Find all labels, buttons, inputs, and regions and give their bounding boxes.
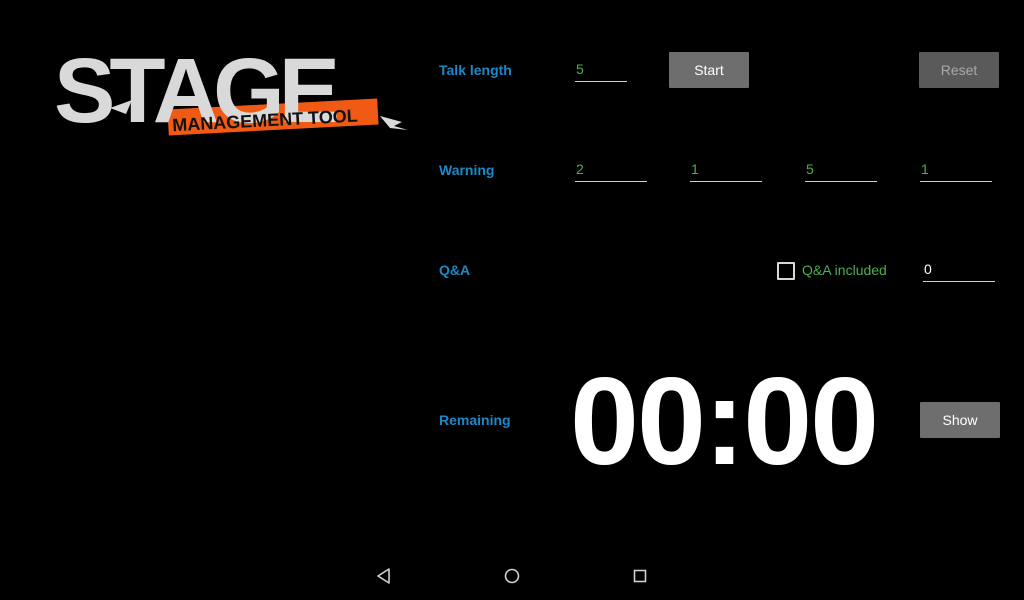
recents-icon[interactable] <box>628 564 652 588</box>
warning-input-2[interactable]: 1 <box>690 160 762 182</box>
warning-input-3[interactable]: 5 <box>805 160 877 182</box>
system-navigation-bar <box>0 552 1024 600</box>
qa-duration-input[interactable]: 0 <box>923 260 995 282</box>
qa-label: Q&A <box>439 262 471 278</box>
talk-length-label: Talk length <box>439 62 512 78</box>
app-screen: STAGE MANAGEMENT TOOL Talk length 5 Star… <box>0 0 1024 600</box>
qa-included-label[interactable]: Q&A included <box>802 262 887 278</box>
warning-input-4[interactable]: 1 <box>920 160 992 182</box>
home-icon[interactable] <box>500 564 524 588</box>
reset-button[interactable]: Reset <box>919 52 999 88</box>
back-icon[interactable] <box>372 564 396 588</box>
show-button[interactable]: Show <box>920 402 1000 438</box>
warning-label: Warning <box>439 162 495 178</box>
warning-input-1[interactable]: 2 <box>575 160 647 182</box>
remaining-timer: 00:00 <box>570 353 879 491</box>
remaining-label: Remaining <box>439 412 511 428</box>
talk-length-input[interactable]: 5 <box>575 60 627 82</box>
qa-included-checkbox[interactable] <box>777 262 795 280</box>
stage-management-logo: STAGE MANAGEMENT TOOL <box>50 30 410 140</box>
start-button[interactable]: Start <box>669 52 749 88</box>
